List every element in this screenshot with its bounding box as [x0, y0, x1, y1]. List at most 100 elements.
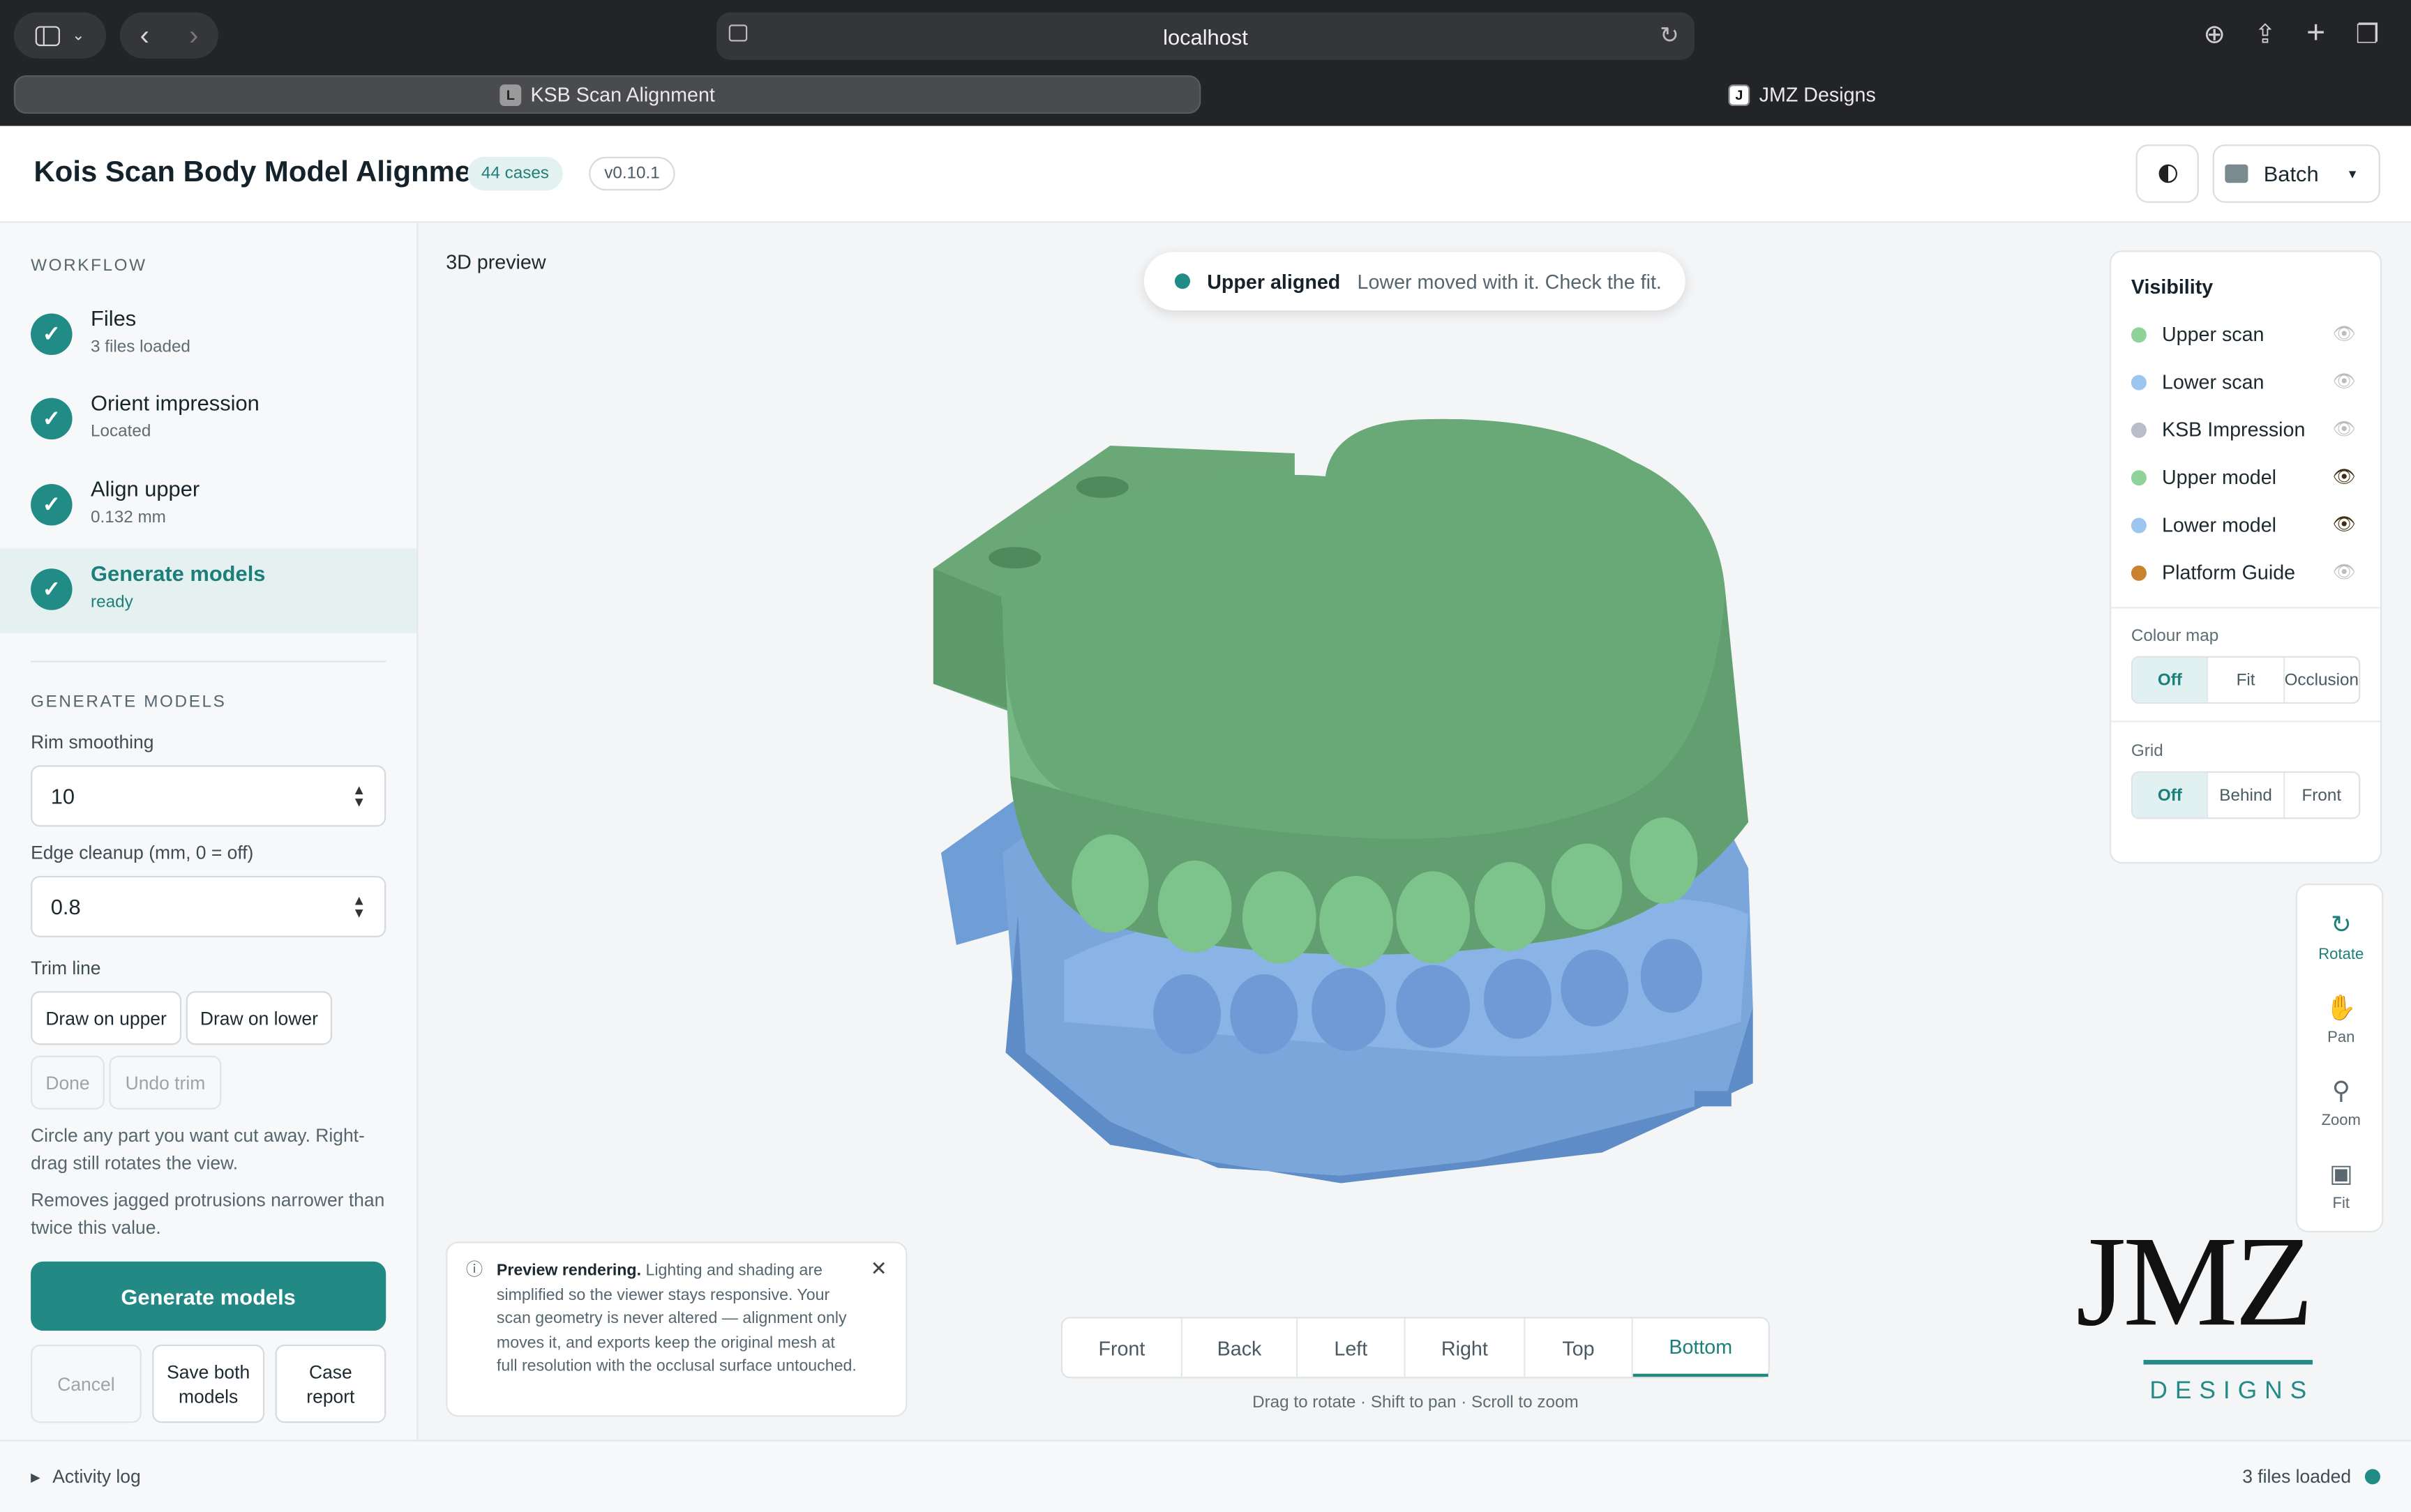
- rim-smoothing-label: Rim smoothing: [31, 731, 154, 753]
- layer-label: KSB Impression: [2161, 418, 2306, 441]
- stepper-icon[interactable]: ▲ ▼: [352, 783, 366, 809]
- download-icon[interactable]: ⊕: [2203, 20, 2225, 51]
- layer-color-dot: [2131, 565, 2147, 581]
- view-top-button[interactable]: Top: [1525, 1318, 1633, 1377]
- segment-option[interactable]: Off: [2133, 658, 2209, 702]
- workflow-heading: WORKFLOW: [31, 256, 147, 275]
- eye-icon[interactable]: 👁: [2333, 323, 2357, 345]
- view-back-button[interactable]: Back: [1182, 1318, 1298, 1377]
- new-tab-icon[interactable]: +: [2306, 15, 2325, 52]
- done-button[interactable]: Done: [31, 1055, 105, 1110]
- colour-map-label: Colour map: [2131, 626, 2219, 646]
- 3d-viewer[interactable]: 3D preview Upper aligned Lower moved wit…: [418, 222, 2411, 1440]
- status-dot: [2364, 1469, 2380, 1485]
- step-title: Align upper: [91, 476, 200, 501]
- generate-models-button[interactable]: Generate models: [31, 1261, 386, 1331]
- chevron-down-icon: ⌄: [72, 27, 85, 44]
- undo-trim-button[interactable]: Undo trim: [109, 1055, 222, 1110]
- layer-color-dot: [2131, 422, 2147, 438]
- tool-label: Fit: [2332, 1195, 2350, 1213]
- view-right-button[interactable]: Right: [1406, 1318, 1526, 1377]
- layer-row[interactable]: Upper scan 👁: [2131, 319, 2362, 350]
- layer-row[interactable]: Lower model 👁: [2131, 510, 2362, 540]
- toast-title: Upper aligned: [1207, 269, 1341, 293]
- tab-ksb-scan-alignment[interactable]: L KSB Scan Alignment: [13, 75, 1201, 114]
- sidebar-toggle-button[interactable]: ⌄: [13, 12, 107, 59]
- step-orient-impression[interactable]: ✓ Orient impression Located: [0, 378, 416, 462]
- fit-tool-button[interactable]: ▣ Fit: [2297, 1158, 2385, 1213]
- edge-help-text: Removes jagged protrusions narrower than…: [31, 1189, 385, 1239]
- eye-icon[interactable]: 👁: [2333, 370, 2357, 392]
- view-front-button[interactable]: Front: [1062, 1318, 1182, 1377]
- files-status: 3 files loaded: [2242, 1466, 2380, 1488]
- cancel-button[interactable]: Cancel: [31, 1344, 142, 1423]
- stepper-icon[interactable]: ▲ ▼: [352, 893, 366, 919]
- magnifier-icon: ⚲: [2331, 1078, 2350, 1105]
- eye-icon[interactable]: 👁: [2333, 466, 2357, 487]
- step-generate-models[interactable]: ✓ Generate models ready: [0, 548, 417, 633]
- layer-label: Platform Guide: [2161, 561, 2296, 584]
- step-files[interactable]: ✓ Files 3 files loaded: [0, 294, 416, 378]
- view-bottom-button[interactable]: Bottom: [1632, 1318, 1768, 1377]
- eye-icon[interactable]: 👁: [2333, 418, 2357, 439]
- theme-toggle-button[interactable]: [2135, 144, 2199, 203]
- caret-right-icon: ▶: [31, 1469, 40, 1484]
- activity-log-toggle[interactable]: ▶ Activity log: [31, 1466, 141, 1488]
- generate-models-heading: GENERATE MODELS: [31, 693, 227, 712]
- eye-icon[interactable]: 👁: [2333, 513, 2357, 535]
- batch-button[interactable]: Batch ▼: [2212, 144, 2380, 203]
- step-subtitle: ready: [91, 593, 133, 612]
- layer-row[interactable]: KSB Impression 👁: [2131, 415, 2362, 446]
- trim-help-text: Circle any part you want cut away. Right…: [31, 1124, 365, 1174]
- folder-icon: [2225, 164, 2248, 183]
- forward-icon[interactable]: ›: [189, 20, 198, 52]
- back-icon[interactable]: ‹: [140, 20, 149, 52]
- check-icon: ✓: [31, 568, 73, 610]
- step-align-upper[interactable]: ✓ Align upper 0.132 mm: [0, 464, 416, 548]
- rotate-icon: ↻: [2330, 912, 2352, 939]
- colour-map-selector: Off Fit Occlusion: [2131, 656, 2361, 704]
- edge-cleanup-label: Edge cleanup (mm, 0 = off): [31, 842, 254, 864]
- segment-option[interactable]: Fit: [2209, 658, 2285, 702]
- version-badge: v0.10.1: [589, 156, 675, 191]
- caret-down-icon: ▼: [2346, 167, 2359, 181]
- tab-overview-icon[interactable]: ❐: [2356, 20, 2380, 51]
- layer-row[interactable]: Upper model 👁: [2131, 462, 2362, 493]
- segment-option[interactable]: Off: [2133, 773, 2209, 818]
- segment-option[interactable]: Occlusion: [2285, 658, 2359, 702]
- edge-cleanup-input[interactable]: 0.8 ▲ ▼: [31, 875, 386, 938]
- segment-option[interactable]: Front: [2285, 773, 2359, 817]
- step-subtitle: 0.132 mm: [91, 508, 166, 527]
- page-title: Kois Scan Body Model Alignment: [33, 156, 499, 190]
- step-subtitle: Located: [91, 422, 151, 441]
- rotate-tool-button[interactable]: ↻ Rotate: [2297, 909, 2385, 964]
- divider: [31, 660, 386, 663]
- rim-smoothing-input[interactable]: 10 ▲ ▼: [31, 765, 386, 827]
- tab-favicon: J: [1728, 84, 1750, 105]
- zoom-tool-button[interactable]: ⚲ Zoom: [2297, 1075, 2385, 1130]
- divider: [2111, 720, 2380, 723]
- eye-icon[interactable]: 👁: [2333, 561, 2357, 582]
- save-both-models-button[interactable]: Save both models: [152, 1344, 265, 1423]
- contrast-icon: [2158, 164, 2177, 183]
- tab-jmz-designs[interactable]: J JMZ Designs: [1208, 75, 2396, 114]
- draw-on-upper-button[interactable]: Draw on upper: [31, 991, 182, 1045]
- address-bar[interactable]: localhost ↻: [716, 12, 1695, 60]
- reload-icon[interactable]: ↻: [1660, 22, 1679, 49]
- tool-label: Zoom: [2321, 1112, 2361, 1130]
- share-icon[interactable]: ⇪: [2254, 20, 2276, 51]
- layer-row[interactable]: Platform Guide 👁: [2131, 558, 2362, 589]
- logo-divider: [2143, 1359, 2313, 1365]
- pan-tool-button[interactable]: ✋ Pan: [2297, 992, 2385, 1047]
- layer-row[interactable]: Lower scan 👁: [2131, 368, 2362, 398]
- trim-line-label: Trim line: [31, 957, 101, 979]
- dental-model-render[interactable]: [910, 407, 1802, 1191]
- case-report-button[interactable]: Case report: [275, 1344, 386, 1423]
- app-header: Kois Scan Body Model Alignment 44 cases …: [0, 126, 2411, 223]
- close-icon[interactable]: ✕: [871, 1257, 887, 1280]
- page-settings-icon[interactable]: [728, 24, 748, 42]
- layer-label: Upper scan: [2161, 322, 2264, 346]
- segment-option[interactable]: Behind: [2209, 773, 2285, 818]
- view-left-button[interactable]: Left: [1298, 1318, 1406, 1377]
- draw-on-lower-button[interactable]: Draw on lower: [186, 991, 333, 1045]
